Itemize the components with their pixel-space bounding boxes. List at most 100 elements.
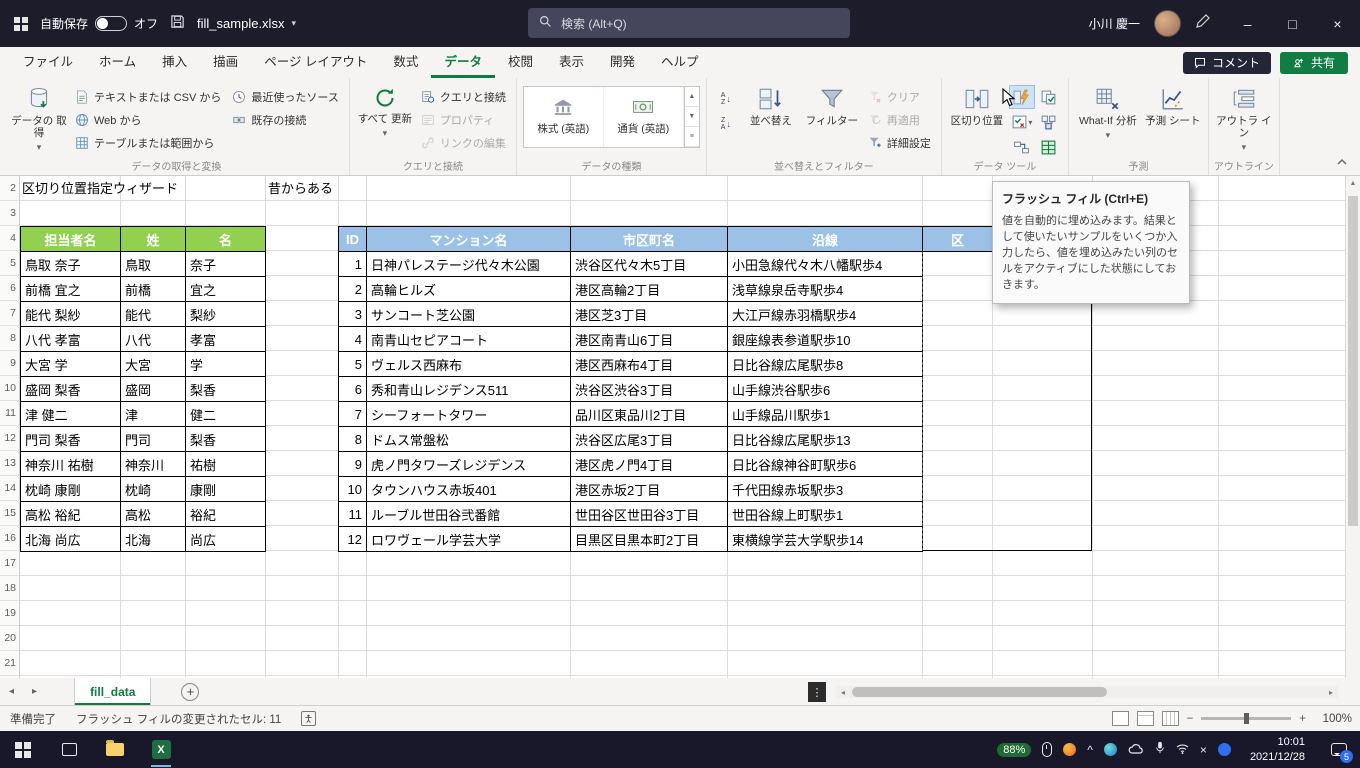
cell[interactable]: 高松 — [121, 502, 186, 527]
consolidate-button[interactable] — [1036, 110, 1062, 134]
clear-filter-button[interactable]: クリア — [864, 86, 935, 107]
row-header[interactable]: 15 — [0, 501, 19, 525]
cell[interactable]: 前橋 宜之 — [21, 277, 121, 302]
cell[interactable]: シーフォートタワー — [367, 402, 571, 427]
advanced-filter-button[interactable]: 詳細設定 — [864, 132, 935, 153]
manage-data-model-button[interactable] — [1036, 135, 1062, 159]
forecast-sheet-button[interactable]: 予測 シート — [1144, 81, 1202, 127]
cell[interactable]: 東横線学芸大学駅歩14 — [728, 527, 923, 552]
cell[interactable]: ドムス常盤松 — [367, 427, 571, 452]
row-header[interactable]: 18 — [0, 576, 19, 600]
text-to-columns-button[interactable]: 区切り位置 — [948, 81, 1006, 127]
close-button[interactable]: × — [1315, 0, 1360, 47]
row-header[interactable]: 7 — [0, 301, 19, 325]
tab-draw[interactable]: 描画 — [200, 47, 251, 78]
cell[interactable]: 千代田線赤坂駅歩3 — [728, 477, 923, 502]
pen-icon[interactable] — [1195, 13, 1211, 34]
sheet-nav-right-icon[interactable]: ▸ — [23, 686, 46, 697]
cell[interactable]: 港区芝3丁目 — [571, 302, 728, 327]
cell[interactable]: 日神パレステージ代々木公園 — [367, 252, 571, 277]
cell[interactable]: 門司 梨香 — [21, 427, 121, 452]
scroll-options-icon[interactable]: ⋮ — [808, 682, 826, 702]
normal-view-button[interactable] — [1112, 711, 1129, 726]
ku-column-header[interactable]: 区 — [922, 226, 993, 252]
user-name[interactable]: 小川 慶一 — [1089, 15, 1140, 32]
gallery-up-icon[interactable]: ▲ — [685, 87, 699, 107]
tab-review[interactable]: 校閲 — [495, 47, 546, 78]
sort-button[interactable]: 並べ替え — [742, 81, 800, 127]
row-header[interactable]: 19 — [0, 601, 19, 625]
cell[interactable]: 高松 裕紀 — [21, 502, 121, 527]
cell[interactable]: 健二 — [186, 402, 266, 427]
cell[interactable]: 大宮 学 — [21, 352, 121, 377]
flash-fill-status[interactable]: フラッシュ フィルの変更されたセル: 11 — [76, 711, 281, 727]
cell[interactable]: 八代 孝富 — [21, 327, 121, 352]
zoom-in-button[interactable]: + — [1299, 713, 1306, 725]
cell[interactable]: 裕紀 — [186, 502, 266, 527]
battery-indicator[interactable]: 88% — [997, 743, 1031, 757]
cell[interactable]: 10 — [339, 477, 367, 502]
cell[interactable]: 日比谷線広尾駅歩13 — [728, 427, 923, 452]
document-title[interactable]: fill_sample.xlsx ▾ — [197, 16, 296, 31]
bluetooth-tray-icon[interactable] — [1218, 743, 1231, 756]
tab-insert[interactable]: 挿入 — [149, 47, 200, 78]
clock[interactable]: 10:01 2021/12/28 — [1242, 735, 1313, 764]
cell[interactable]: 港区虎ノ門4丁目 — [571, 452, 728, 477]
header-cell[interactable]: 名 — [186, 227, 266, 252]
cell[interactable]: ロワヴェール学芸大学 — [367, 527, 571, 552]
outline-button[interactable]: アウトラ イン ▾ — [1215, 81, 1273, 152]
cell[interactable]: 8 — [339, 427, 367, 452]
tab-help[interactable]: ヘルプ — [648, 47, 712, 78]
recent-sources-button[interactable]: 最近使ったソース — [228, 86, 342, 107]
cell[interactable]: 鳥取 奈子 — [21, 252, 121, 277]
zoom-slider-thumb[interactable] — [1244, 713, 1249, 724]
accessibility-icon[interactable] — [301, 711, 316, 726]
cell[interactable]: 津 — [121, 402, 186, 427]
cell[interactable]: 学 — [186, 352, 266, 377]
cell[interactable]: 祐樹 — [186, 452, 266, 477]
cell[interactable]: 能代 梨紗 — [21, 302, 121, 327]
row-header[interactable]: 5 — [0, 251, 19, 275]
cell[interactable]: 港区赤坂2丁目 — [571, 477, 728, 502]
cell[interactable]: 能代 — [121, 302, 186, 327]
cell[interactable]: 世田谷線上町駅歩1 — [728, 502, 923, 527]
row-header[interactable]: 12 — [0, 426, 19, 450]
row-header[interactable]: 17 — [0, 551, 19, 575]
notification-center-icon[interactable]: 5 — [1324, 731, 1354, 768]
header-cell[interactable]: 姓 — [121, 227, 186, 252]
zoom-out-button[interactable]: − — [1187, 713, 1194, 725]
cell[interactable]: 港区西麻布4丁目 — [571, 352, 728, 377]
cell[interactable]: 盛岡 — [121, 377, 186, 402]
cell[interactable]: 日比谷線広尾駅歩8 — [728, 352, 923, 377]
cell[interactable]: 孝富 — [186, 327, 266, 352]
cell[interactable]: 11 — [339, 502, 367, 527]
sheet-tab-fill-data[interactable]: fill_data — [74, 678, 151, 705]
sort-ascending-button[interactable]: AZ↓ — [713, 88, 739, 110]
network-icon[interactable] — [1176, 741, 1189, 759]
cell[interactable]: 9 — [339, 452, 367, 477]
cell[interactable]: 北海 — [121, 527, 186, 552]
cell[interactable]: ルーブル世田谷弐番館 — [367, 502, 571, 527]
reapply-button[interactable]: 再適用 — [864, 109, 935, 130]
horizontal-scrollbar[interactable]: ◂ ▸ — [836, 686, 1338, 698]
cell[interactable]: 高輪ヒルズ — [367, 277, 571, 302]
zoom-percentage[interactable]: 100% — [1314, 713, 1352, 725]
existing-connections-button[interactable]: 既存の接続 — [228, 109, 342, 130]
tab-file[interactable]: ファイル — [10, 47, 86, 78]
row-header[interactable]: 4 — [0, 226, 19, 250]
autosave-toggle[interactable] — [95, 16, 127, 31]
edge-tray-icon[interactable] — [1104, 743, 1117, 756]
cell-a2[interactable]: 区切り位置指定ウィザード — [22, 176, 178, 201]
cell[interactable]: 6 — [339, 377, 367, 402]
cell[interactable]: 12 — [339, 527, 367, 552]
header-cell[interactable]: 市区町名 — [571, 227, 728, 252]
zoom-slider[interactable] — [1201, 717, 1291, 720]
cell[interactable]: 日比谷線神谷町駅歩6 — [728, 452, 923, 477]
cell[interactable]: 梨紗 — [186, 302, 266, 327]
row-header[interactable]: 11 — [0, 401, 19, 425]
cell[interactable]: 前橋 — [121, 277, 186, 302]
cell[interactable]: 港区高輪2丁目 — [571, 277, 728, 302]
header-cell[interactable]: ID — [339, 227, 367, 252]
cell[interactable]: 虎ノ門タワーズレジデンス — [367, 452, 571, 477]
header-cell[interactable]: 沿線 — [728, 227, 923, 252]
